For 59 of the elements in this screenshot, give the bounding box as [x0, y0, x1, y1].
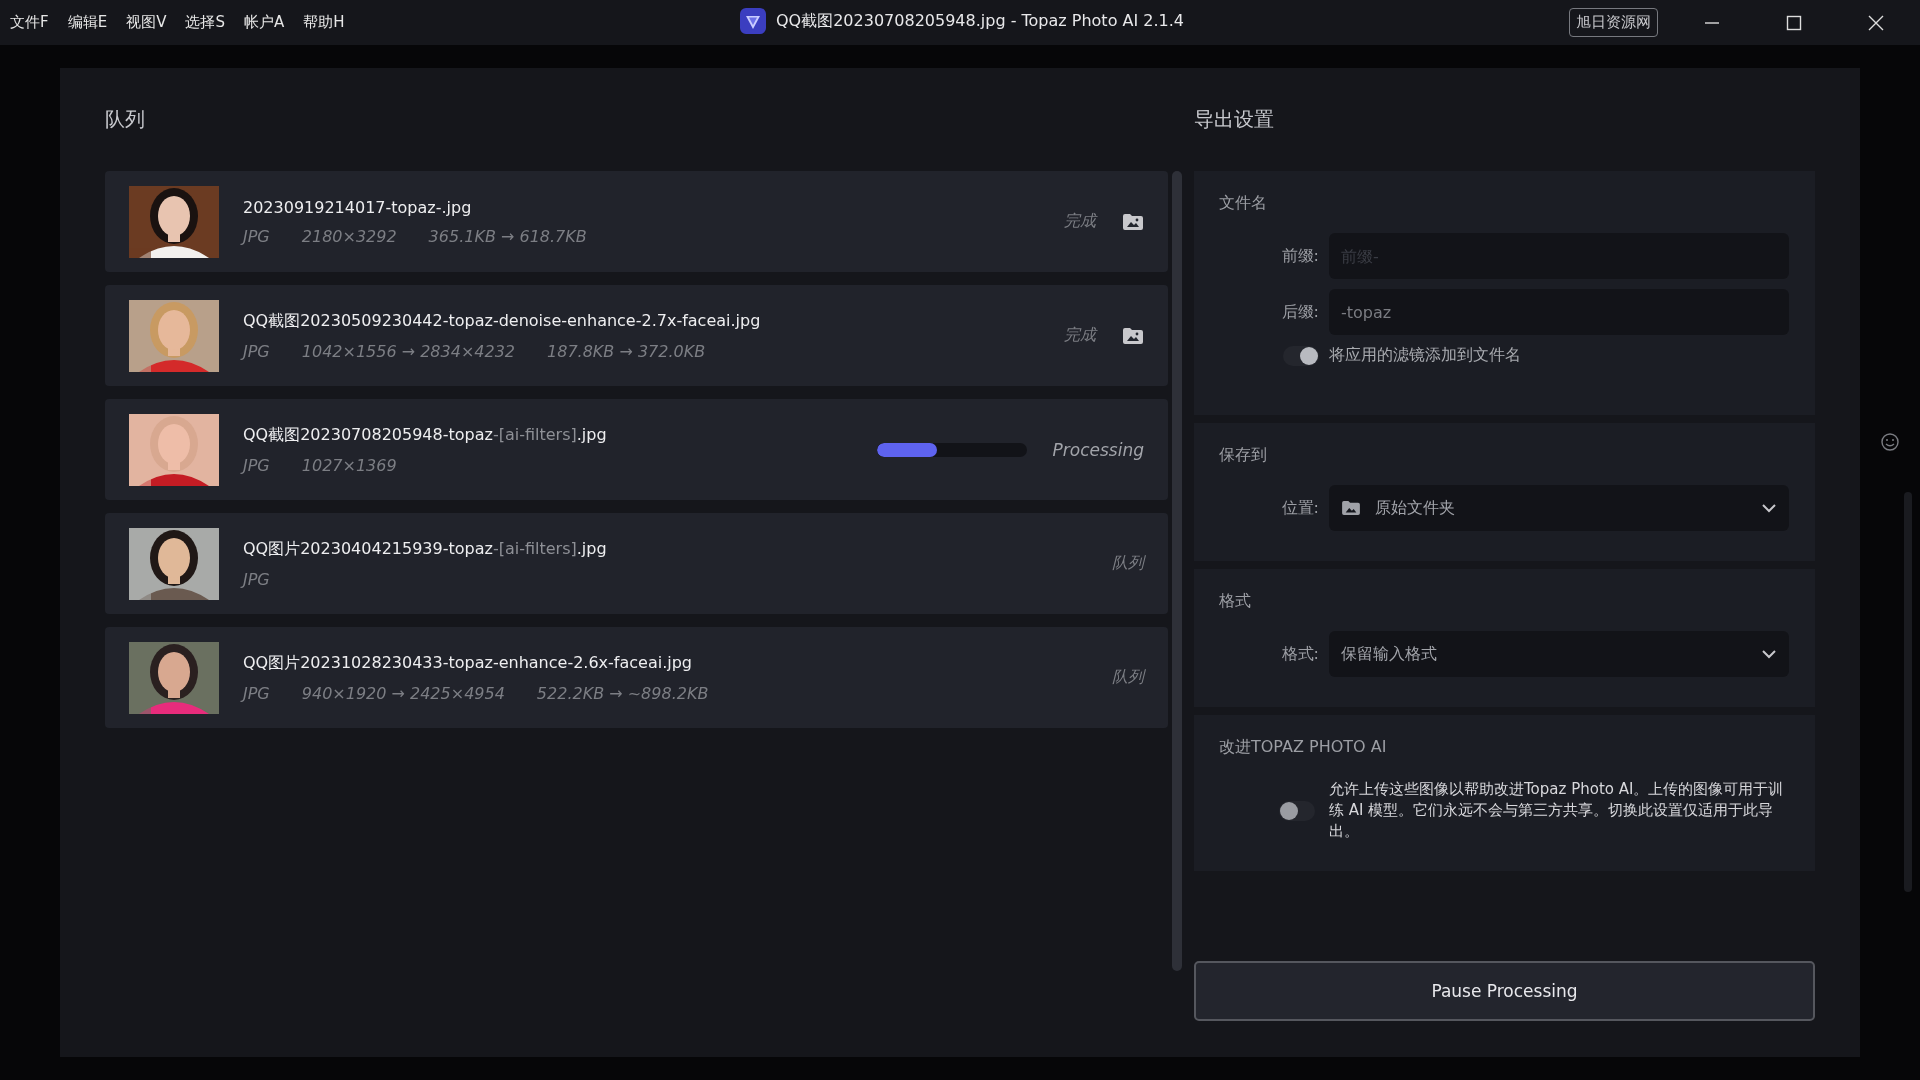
section-title: 改进TOPAZ PHOTO AI	[1219, 737, 1388, 758]
file-meta: 365.1KB → 618.7KB	[428, 226, 587, 246]
menu-item[interactable]: 选择S	[185, 13, 225, 32]
window-title: QQ截图20230708205948.jpg - Topaz Photo AI 2.1.4	[776, 10, 1184, 32]
chevron-down-icon	[1761, 649, 1777, 659]
file-meta: 187.8KB → 372.0KB	[547, 341, 706, 361]
field-label: 位置:	[1280, 497, 1319, 519]
chevron-down-icon	[1761, 503, 1777, 513]
file-name: QQ图片20230404215939-topaz-[ai-filters].jpg	[243, 538, 608, 560]
status-text: 队列	[1112, 553, 1144, 574]
consent-text: 允许上传这些图像以帮助改进Topaz Photo AI。上传的图像可用于训练 AI 模型。它们永远不会与第三方共享。切换此设置仅适用于此导出。	[1329, 779, 1785, 842]
section-title: 文件名	[1219, 193, 1268, 214]
location-dropdown[interactable]: 原始文件夹	[1329, 485, 1789, 531]
queue-item[interactable]: QQ截图20230708205948-topaz-[ai-filters].jpg JPG 1027×1369 Processing	[105, 399, 1168, 500]
dropdown-value: 保留输入格式	[1341, 643, 1437, 665]
queue-title: 队列	[105, 106, 146, 133]
queue-item[interactable]: QQ图片20230404215939-topaz-[ai-filters].jpg JPG 队列	[105, 513, 1168, 614]
file-name: 20230919214017-topaz-.jpg	[243, 197, 473, 217]
menu-item[interactable]: 帐户A	[243, 13, 285, 32]
suffix-field[interactable]: -topaz	[1329, 289, 1789, 335]
status-text: 完成	[1064, 325, 1096, 346]
file-meta: 522.2KB → ~898.2KB	[536, 683, 709, 703]
scrollbar[interactable]	[1172, 171, 1182, 971]
logo-icon	[740, 8, 766, 34]
folder-icon[interactable]	[1122, 212, 1144, 231]
file-name: QQ图片20231028230433-topaz-enhance-2.6x-faceai.jpg	[243, 652, 693, 674]
status-text: Processing	[1052, 439, 1144, 460]
file-meta: 1042×1556 → 2834×4232	[301, 341, 516, 361]
field-label: 前缀:	[1280, 245, 1319, 267]
toggle-switch[interactable]	[1279, 800, 1315, 821]
toggle-switch[interactable]	[1283, 345, 1319, 366]
menu-item[interactable]: 帮助H	[303, 13, 345, 32]
export-settings-title: 导出设置	[1194, 106, 1275, 133]
pause-processing-button[interactable]: Pause Processing	[1194, 961, 1815, 1021]
menu-item[interactable]: 视图V	[126, 13, 167, 32]
menu-item[interactable]: 文件F	[10, 13, 49, 32]
status-text: 队列	[1112, 667, 1144, 688]
menu-item[interactable]: 编辑E	[67, 13, 108, 32]
smiley-icon[interactable]	[1880, 432, 1900, 452]
file-name: QQ截图20230708205948-topaz-[ai-filters].jpg	[243, 424, 608, 446]
format-dropdown[interactable]: 保留输入格式	[1329, 631, 1789, 677]
dropdown-value: 原始文件夹	[1375, 497, 1455, 519]
section-title: 保存到	[1219, 445, 1268, 466]
folder-icon[interactable]	[1122, 326, 1144, 345]
file-meta: 1027×1369	[301, 455, 397, 475]
section-title: 格式	[1219, 591, 1252, 612]
site-badge: 旭日资源网	[1569, 8, 1658, 37]
toggle-label: 将应用的滤镜添加到文件名	[1329, 345, 1521, 366]
queue-item[interactable]: 20230919214017-topaz-.jpg JPG 2180×3292 365.1KB → 618.7KB 完成	[105, 171, 1168, 272]
status-text: 完成	[1064, 211, 1096, 232]
folder-icon	[1341, 500, 1361, 516]
scrollbar[interactable]	[1904, 492, 1912, 892]
file-meta: 2180×3292	[301, 226, 397, 246]
field-label: 后缀:	[1280, 301, 1319, 323]
queue-item[interactable]: QQ图片20231028230433-topaz-enhance-2.6x-faceai.jpg JPG 940×1920 → 2425×4954 522.2KB → ~898.2KB 队列	[105, 627, 1168, 728]
file-meta: 940×1920 → 2425×4954	[301, 683, 505, 703]
file-name: QQ截图20230509230442-topaz-denoise-enhance-2.7x-faceai.jpg	[243, 310, 762, 332]
queue-item[interactable]: QQ截图20230509230442-topaz-denoise-enhance-2.7x-faceai.jpg JPG 1042×1556 → 2834×4232 187.8KB → 372.0KB 完成	[105, 285, 1168, 386]
field-label: 格式:	[1280, 643, 1319, 665]
